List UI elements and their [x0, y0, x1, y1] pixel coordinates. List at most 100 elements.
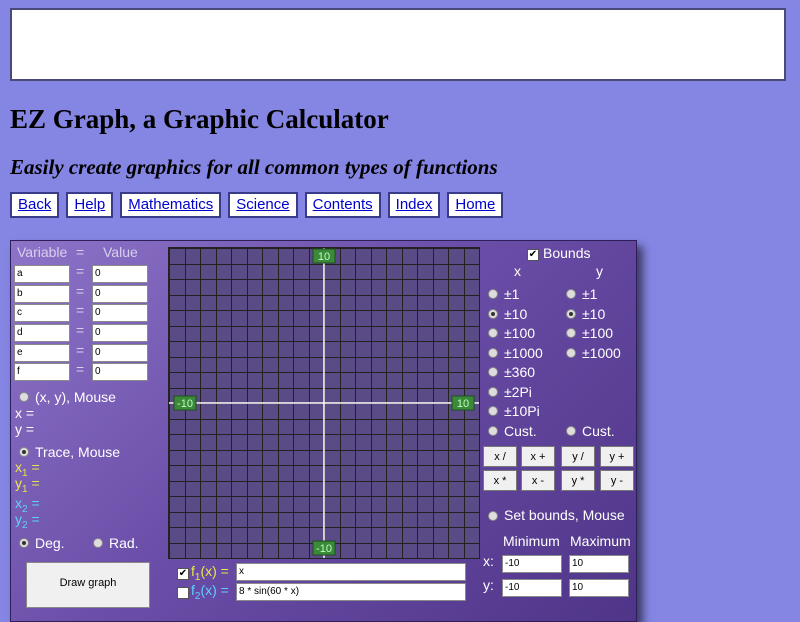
variable-c-value[interactable]: 0 — [92, 304, 148, 322]
y-max-input[interactable]: 10 — [569, 579, 629, 597]
bounds-x-header: x — [514, 263, 521, 279]
bounds-x-option-label: ±1 — [504, 286, 520, 302]
variable-a-value[interactable]: 0 — [92, 265, 148, 283]
svg-text:-10: -10 — [177, 398, 193, 410]
nav-home-link[interactable]: Home — [447, 192, 504, 218]
trace-y2-label: y2 = — [15, 511, 40, 531]
set-bounds-mouse-label: Set bounds, Mouse — [504, 507, 625, 523]
x-minus-button[interactable]: x - — [521, 470, 555, 491]
y-minus-button[interactable]: y - — [600, 470, 634, 491]
x-minmax-label: x: — [483, 553, 494, 569]
page-subtitle: Easily create graphics for all common ty… — [10, 155, 498, 179]
f1-checkbox[interactable]: ✔ — [177, 568, 189, 580]
deg-radio[interactable] — [19, 538, 29, 548]
variable-d-name[interactable]: d — [14, 324, 70, 342]
x-multiply-button[interactable]: x * — [483, 470, 517, 491]
bounds-x-option-label: ±10Pi — [504, 403, 540, 419]
svg-text:10: 10 — [457, 398, 469, 410]
variable-c-eq: = — [76, 302, 85, 318]
y-plus-button[interactable]: y + — [600, 446, 634, 467]
deg-label: Deg. — [35, 535, 65, 551]
graph-top-label: 10 — [312, 248, 336, 264]
bounds-x-radio[interactable] — [488, 347, 498, 358]
variable-f-name[interactable]: f — [14, 363, 70, 381]
y-minmax-label: y: — [483, 577, 494, 593]
ad-banner — [10, 8, 786, 81]
variable-e-value[interactable]: 0 — [92, 344, 148, 362]
bounds-x-radio[interactable] — [488, 367, 498, 377]
calculator-panel: Variable = Value a = 0 b = 0 c = 0 d = 0… — [10, 240, 637, 622]
variable-b-eq: = — [76, 283, 85, 299]
bounds-checkbox[interactable]: ✔ — [527, 249, 539, 261]
bounds-y-radio[interactable] — [566, 347, 576, 358]
variable-c-name[interactable]: c — [14, 304, 70, 322]
x-max-input[interactable]: 10 — [569, 555, 629, 573]
set-bounds-mouse-radio[interactable] — [488, 511, 498, 521]
bounds-label: Bounds — [543, 245, 591, 261]
trace-mouse-radio[interactable] — [19, 447, 29, 457]
bounds-y-radio[interactable] — [566, 289, 576, 299]
bounds-y-option-label: ±1000 — [582, 344, 621, 361]
f1-label: f1(x) = — [191, 563, 229, 583]
nav-contents-link[interactable]: Contents — [304, 192, 381, 218]
variable-d-eq: = — [76, 322, 85, 338]
variable-f-value[interactable]: 0 — [92, 363, 148, 381]
mouse-y-label: y = — [15, 421, 35, 437]
bounds-x-radio[interactable] — [488, 289, 498, 299]
variable-f-eq: = — [76, 361, 85, 377]
trace-mouse-label: Trace, Mouse — [35, 444, 121, 460]
variable-d-value[interactable]: 0 — [92, 324, 148, 342]
nav-science-link[interactable]: Science — [228, 192, 298, 218]
svg-text:-10: -10 — [316, 543, 332, 555]
f2-checkbox[interactable] — [177, 587, 189, 599]
f2-input[interactable]: 8 * sin(60 * x) — [236, 583, 466, 601]
bounds-x-radio[interactable] — [488, 386, 498, 397]
bounds-x-option-label: ±10 — [504, 305, 528, 322]
bounds-x-radio[interactable] — [488, 328, 498, 338]
graph-right-label: 10 — [451, 395, 475, 411]
graph-bottom-label: -10 — [312, 540, 336, 556]
y-multiply-button[interactable]: y * — [561, 470, 595, 491]
bounds-x-option-label: ±360 — [504, 364, 536, 380]
bounds-y-radio[interactable] — [566, 308, 576, 319]
f1-input[interactable]: x — [236, 563, 466, 581]
bounds-x-radio[interactable] — [488, 425, 498, 436]
bounds-y-option-label: Cust. — [582, 422, 615, 439]
f2-label: f2(x) = — [191, 582, 229, 602]
bounds-y-radio[interactable] — [566, 328, 576, 338]
draw-graph-button[interactable]: Draw graph — [26, 562, 150, 608]
xy-mouse-radio[interactable] — [19, 392, 29, 402]
bounds-x-option-label: ±2Pi — [504, 383, 532, 400]
y-min-input[interactable]: -10 — [502, 579, 562, 597]
nav-bar: Back Help Mathematics Science Contents I… — [10, 192, 504, 218]
x-plus-button[interactable]: x + — [521, 446, 555, 467]
variable-b-name[interactable]: b — [14, 285, 70, 303]
variable-e-name[interactable]: e — [14, 344, 70, 362]
minimum-header: Minimum — [503, 533, 560, 549]
bounds-y-option-label: ±1 — [582, 286, 598, 302]
nav-mathematics-link[interactable]: Mathematics — [120, 192, 222, 218]
nav-index-link[interactable]: Index — [387, 192, 441, 218]
nav-back-link[interactable]: Back — [10, 192, 60, 218]
nav-help-link[interactable]: Help — [66, 192, 114, 218]
bounds-y-header: y — [596, 263, 603, 279]
rad-label: Rad. — [109, 535, 139, 551]
graph-area[interactable]: 10 -10 -10 10 — [168, 247, 480, 559]
y-divide-button[interactable]: y / — [561, 446, 595, 467]
variable-a-name[interactable]: a — [14, 265, 70, 283]
bounds-y-radio[interactable] — [566, 425, 576, 436]
bounds-y-option-label: ±100 — [582, 325, 614, 341]
xy-mouse-label: (x, y), Mouse — [35, 389, 116, 405]
bounds-x-radio[interactable] — [488, 308, 498, 319]
x-divide-button[interactable]: x / — [483, 446, 517, 467]
rad-radio[interactable] — [93, 538, 103, 548]
page-title: EZ Graph, a Graphic Calculator — [10, 104, 389, 134]
x-min-input[interactable]: -10 — [502, 555, 562, 573]
bounds-x-option-label: ±1000 — [504, 344, 543, 361]
value-header: Value — [103, 244, 138, 260]
variable-b-value[interactable]: 0 — [92, 285, 148, 303]
bounds-x-radio[interactable] — [488, 406, 498, 416]
graph-left-label: -10 — [173, 395, 197, 411]
variable-a-eq: = — [76, 263, 85, 279]
mouse-x-label: x = — [15, 405, 35, 421]
